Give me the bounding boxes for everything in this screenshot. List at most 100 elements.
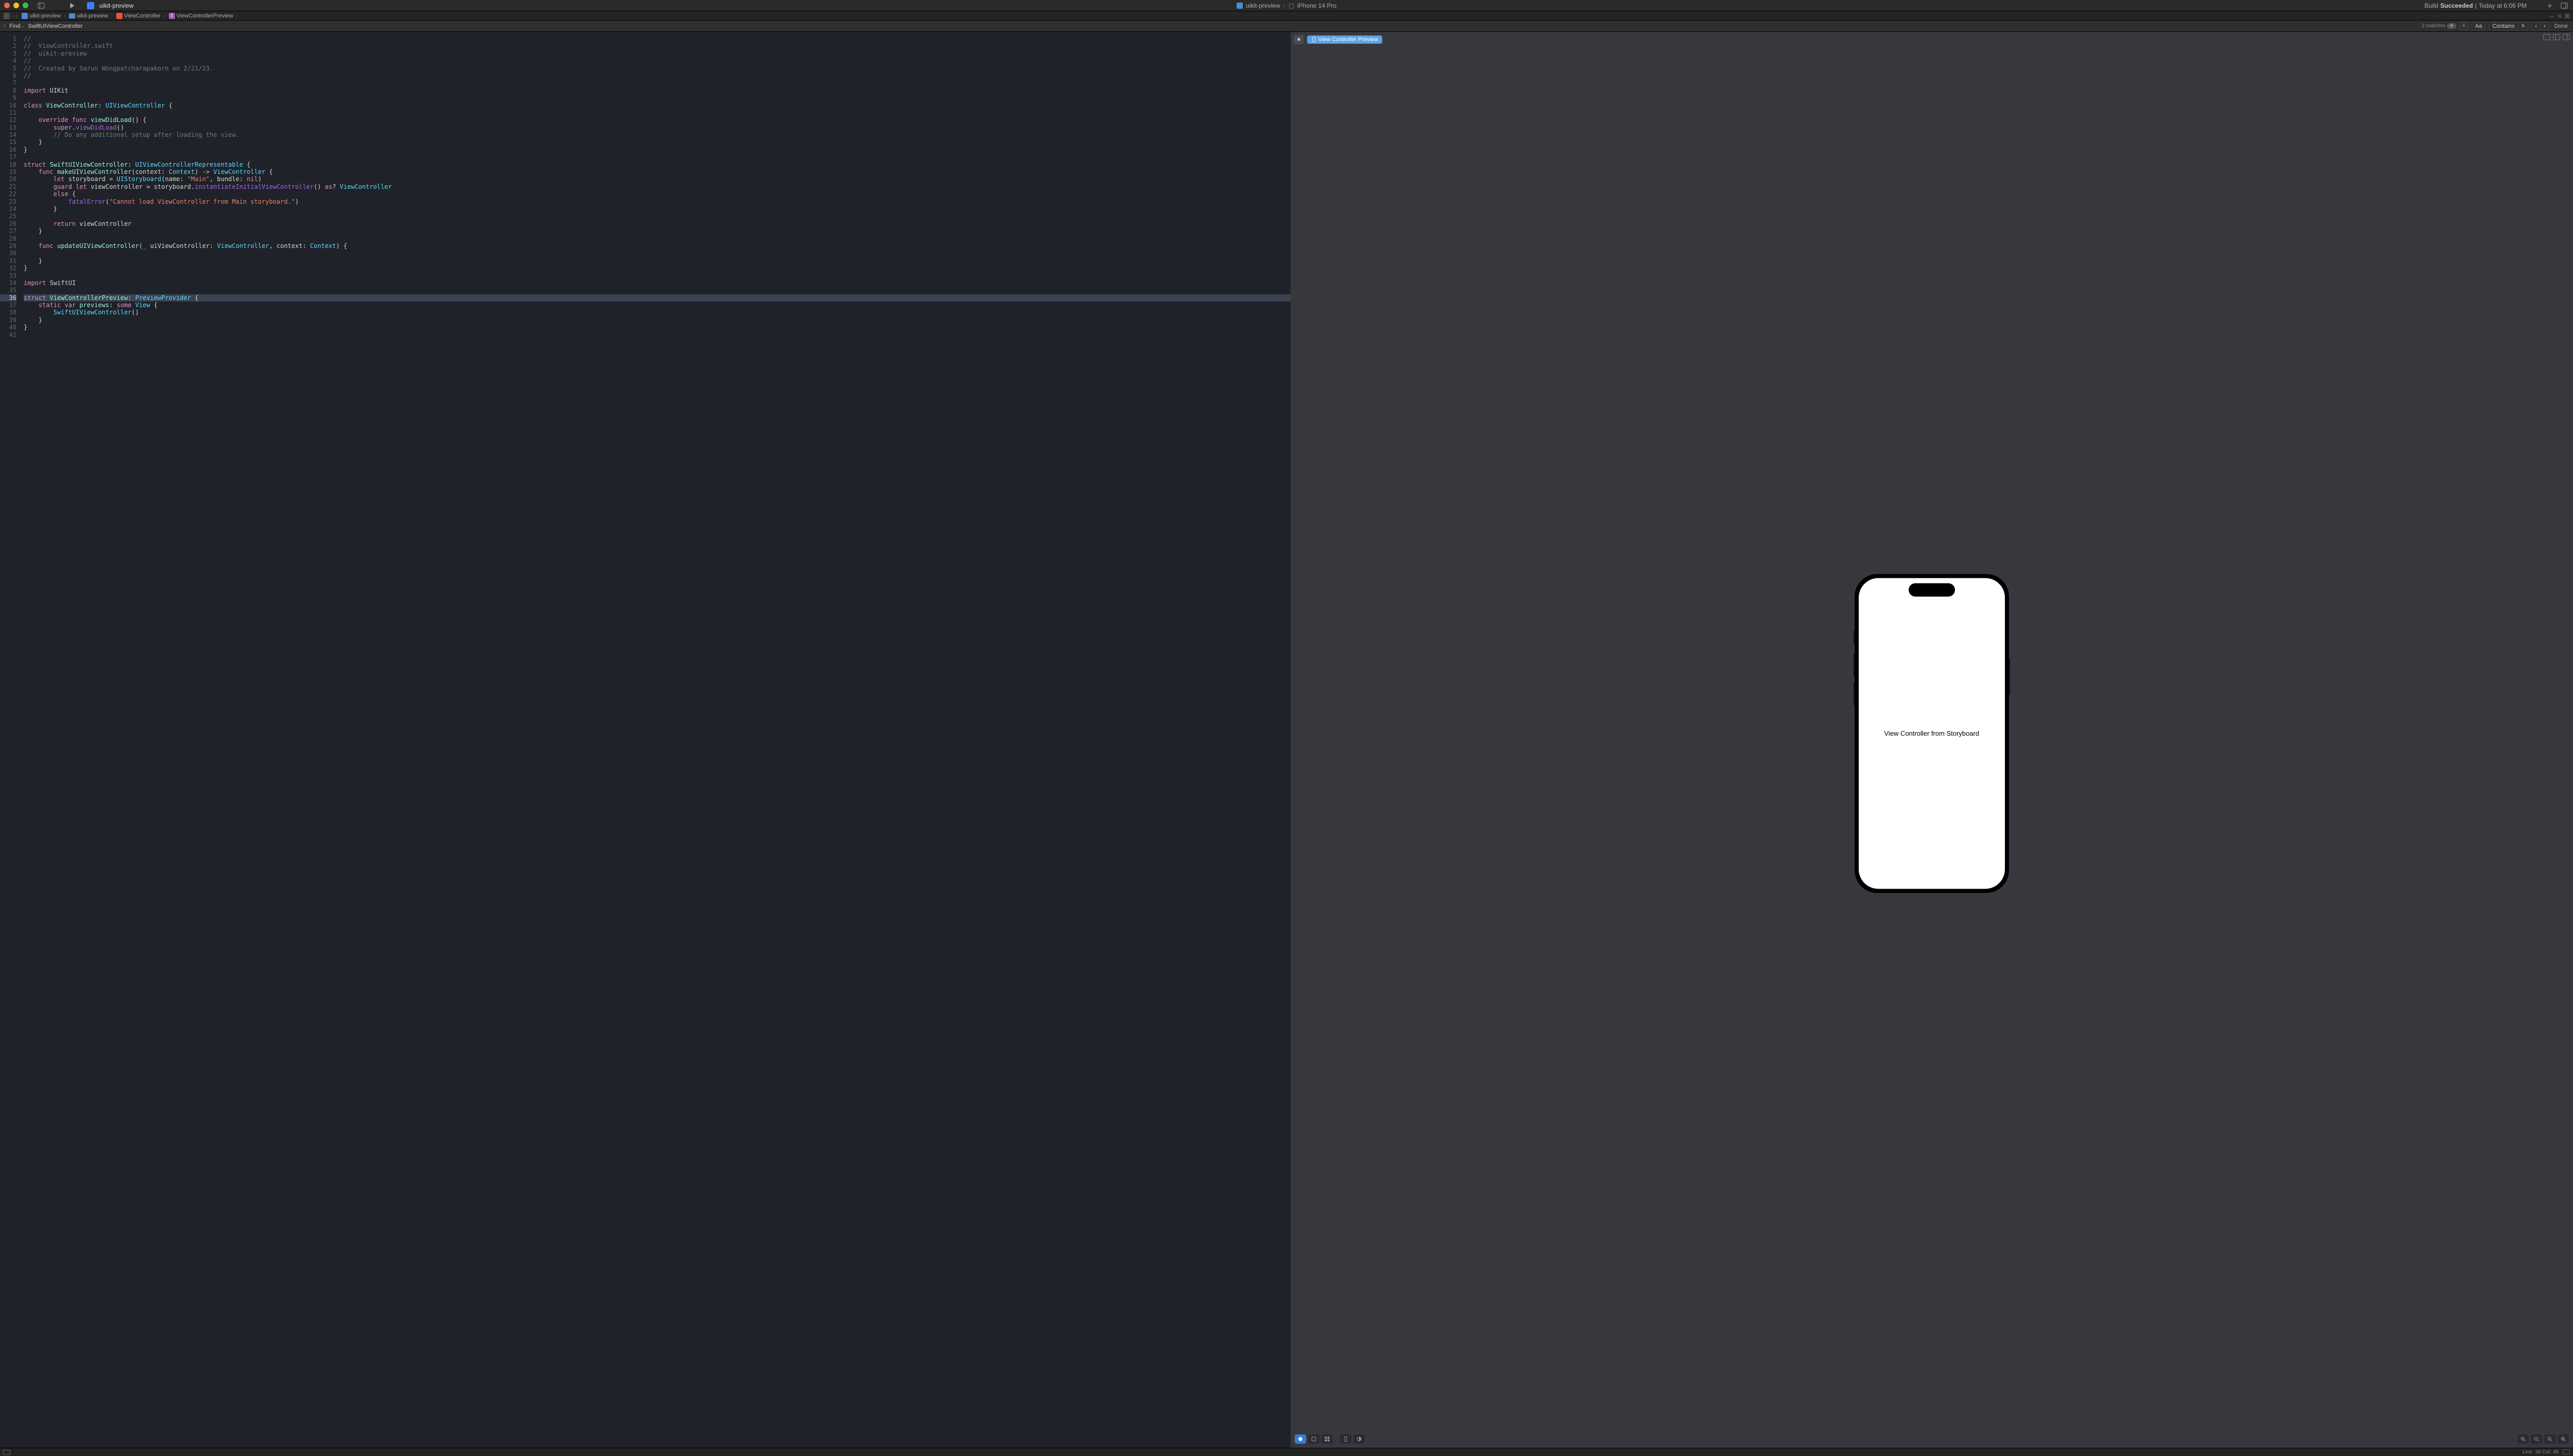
toggle-right-sidebar-icon[interactable]	[2560, 1, 2569, 10]
code-line[interactable]: //	[24, 72, 1291, 79]
code-line[interactable]: //	[24, 57, 1291, 64]
match-type-dropdown[interactable]: Contains ⇅	[2489, 22, 2528, 30]
code-line[interactable]: let storyboard = UIStoryboard(name: "Mai…	[24, 175, 1291, 183]
build-status[interactable]: Build Succeeded | Today at 6:06 PM	[2424, 2, 2527, 9]
code-line[interactable]: struct ViewControllerPreview: PreviewPro…	[24, 294, 1291, 301]
code-line[interactable]: struct SwiftUIViewController: UIViewCont…	[24, 161, 1291, 168]
code-line[interactable]	[24, 272, 1291, 279]
code-line[interactable]: }	[24, 227, 1291, 235]
close-window-button[interactable]	[4, 3, 10, 8]
line-number: 21	[0, 183, 16, 190]
code-line[interactable]: // Created by Sarun Wongpatcharapakorn o…	[24, 65, 1291, 72]
matches-count: 2 matches ✕	[2422, 23, 2456, 29]
find-prev-button[interactable]: ‹	[2532, 23, 2541, 30]
add-editor-icon[interactable]: ⊞	[2565, 12, 2570, 20]
code-line[interactable]: super.viewDidLoad()	[24, 124, 1291, 131]
code-line[interactable]: guard let viewController = storyboard.in…	[24, 183, 1291, 190]
code-line[interactable]: // uikit-preview	[24, 50, 1291, 57]
code-line[interactable]	[24, 79, 1291, 86]
code-line[interactable]: // Do any additional setup after loading…	[24, 131, 1291, 138]
breadcrumb-item-project[interactable]: uikit-preview	[22, 13, 61, 19]
code-line[interactable]: return viewController	[24, 220, 1291, 227]
preview-layout-1-icon[interactable]	[2543, 34, 2550, 40]
code-line[interactable]: }	[24, 264, 1291, 272]
color-scheme-button[interactable]	[1353, 1434, 1365, 1444]
add-search-button[interactable]: +	[2459, 22, 2469, 30]
line-number: 8	[0, 87, 16, 94]
editor-layout-icon[interactable]: ⇔	[2549, 12, 2555, 20]
window-traffic-lights	[4, 3, 28, 8]
breadcrumb-item-file[interactable]: ViewController	[116, 13, 161, 19]
code-line[interactable]: // ViewController.swift	[24, 42, 1291, 49]
line-number: 39	[0, 316, 16, 324]
build-status-result: Succeeded	[2440, 2, 2473, 9]
code-line[interactable]	[24, 153, 1291, 161]
match-case-toggle[interactable]: Aa	[2472, 22, 2486, 30]
code-line[interactable]: }	[24, 257, 1291, 264]
related-items-icon[interactable]	[3, 12, 10, 20]
code-line[interactable]: class ViewController: UIViewController {	[24, 102, 1291, 109]
variants-preview-button[interactable]	[1321, 1434, 1333, 1444]
find-input[interactable]	[28, 23, 2419, 29]
code-line[interactable]: import SwiftUI	[24, 279, 1291, 287]
pin-preview-button[interactable]	[1294, 35, 1304, 44]
code-line[interactable]: //	[24, 35, 1291, 42]
code-line[interactable]	[24, 250, 1291, 257]
code-line[interactable]	[24, 212, 1291, 220]
code-line[interactable]: SwiftUIViewController()	[24, 309, 1291, 316]
find-mode-dropdown[interactable]: Find ⌄	[9, 23, 25, 29]
dynamic-island-icon	[1909, 583, 1955, 597]
live-preview-button[interactable]	[1295, 1434, 1306, 1444]
preview-layout-3-icon[interactable]	[2563, 34, 2570, 40]
code-line[interactable]: override func viewDidLoad() {	[24, 116, 1291, 123]
code-line[interactable]: else {	[24, 190, 1291, 198]
device-screen[interactable]: View Controller from Storyboard	[1859, 578, 2005, 889]
zoom-out-button[interactable]	[2517, 1434, 2529, 1444]
find-done-button[interactable]: Done	[2552, 23, 2570, 29]
zoom-actual-button[interactable]	[2531, 1434, 2542, 1444]
preview-name-pill[interactable]: View Controller Preview	[1307, 35, 1383, 44]
zoom-in-button[interactable]	[2558, 1434, 2569, 1444]
code-line[interactable]: fatalError("Cannot load ViewController f…	[24, 198, 1291, 205]
minimap-toggle-icon[interactable]	[2563, 1449, 2570, 1454]
code-line[interactable]: }	[24, 324, 1291, 331]
build-status-prefix: Build	[2424, 2, 2438, 9]
code-line[interactable]	[24, 331, 1291, 339]
breadcrumb-item-symbol[interactable]: S ViewControllerPreview	[169, 13, 233, 19]
code-editor[interactable]: //// ViewController.swift// uikit-previe…	[21, 32, 1291, 1448]
editor-options-icon[interactable]: ≡	[2558, 12, 2562, 20]
preview-layout-2-icon[interactable]	[2553, 34, 2560, 40]
code-line[interactable]	[24, 235, 1291, 242]
line-number: 24	[0, 205, 16, 212]
code-line[interactable]: }	[24, 146, 1291, 153]
line-number: 37	[0, 301, 16, 309]
project-name[interactable]: uikit-preview	[99, 2, 134, 9]
code-line[interactable]: import UIKit	[24, 87, 1291, 94]
find-next-button[interactable]: ›	[2541, 23, 2549, 30]
breadcrumb-item-folder[interactable]: uikit-preview	[69, 13, 108, 19]
breadcrumb-bar: ‹ › uikit-preview › uikit-preview › View…	[0, 11, 2573, 21]
add-tab-button[interactable]	[2545, 1, 2554, 10]
clear-search-icon[interactable]: ✕	[2447, 23, 2456, 29]
code-line[interactable]: }	[24, 316, 1291, 324]
selectable-preview-button[interactable]	[1308, 1434, 1319, 1444]
nav-forward-button[interactable]: ›	[15, 12, 17, 20]
code-line[interactable]: static var previews: some View {	[24, 301, 1291, 309]
device-settings-button[interactable]	[1340, 1434, 1351, 1444]
project-icon	[22, 13, 28, 19]
code-line[interactable]	[24, 109, 1291, 116]
minimize-window-button[interactable]	[13, 3, 19, 8]
code-line[interactable]: func updateUIViewController(_ uiViewCont…	[24, 242, 1291, 250]
code-line[interactable]: }	[24, 138, 1291, 146]
zoom-fit-button[interactable]: 1	[2544, 1434, 2556, 1444]
code-line[interactable]	[24, 287, 1291, 294]
toggle-sidebar-icon[interactable]	[37, 1, 46, 10]
code-line[interactable]: func makeUIViewController(context: Conte…	[24, 168, 1291, 175]
nav-back-button[interactable]: ‹	[12, 12, 14, 20]
run-destination[interactable]: uikit-preview › ▢ iPhone 14 Pro	[1237, 2, 1336, 9]
code-line[interactable]: }	[24, 205, 1291, 212]
zoom-window-button[interactable]	[23, 3, 28, 8]
run-button[interactable]	[67, 1, 77, 10]
toggle-debug-area-icon[interactable]	[3, 1450, 10, 1455]
code-line[interactable]	[24, 94, 1291, 101]
